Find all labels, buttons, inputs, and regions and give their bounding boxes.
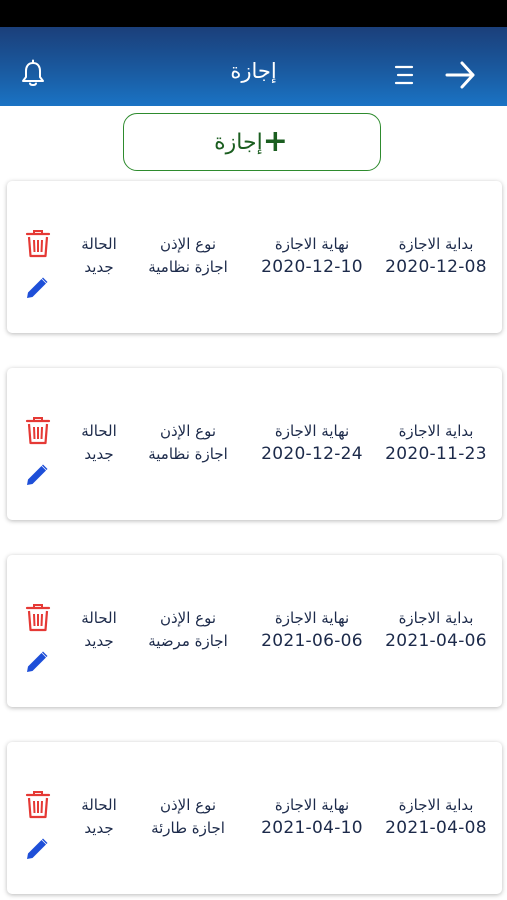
start-date-column: بداية الاجازة 2020-12-08 — [379, 233, 493, 279]
leave-type-value: اجازة نظامية — [148, 445, 228, 463]
leave-type-label: نوع الإذن — [159, 422, 217, 440]
end-date-column: نهاية الاجازة 2020-12-24 — [247, 420, 377, 466]
start-date-value: 2020-11-23 — [385, 444, 487, 464]
status-value: جديد — [84, 632, 114, 650]
end-date-label: نهاية الاجازة — [274, 422, 350, 440]
pencil-icon[interactable] — [24, 275, 50, 301]
leave-type-label: نوع الإذن — [159, 235, 217, 253]
status-column: الحالة جديد — [73, 794, 125, 840]
menu-icon[interactable] — [388, 59, 420, 91]
start-date-value: 2020-12-08 — [385, 257, 487, 277]
pencil-icon[interactable] — [24, 836, 50, 862]
start-date-label: بداية الاجازة — [398, 235, 474, 253]
leave-type-value: اجازة نظامية — [148, 258, 228, 276]
start-date-label: بداية الاجازة — [398, 609, 474, 627]
status-value: جديد — [84, 445, 114, 463]
leave-type-column: نوع الإذن اجازة مرضية — [135, 607, 241, 653]
leave-card: بداية الاجازة 2020-11-23 نهاية الاجازة 2… — [7, 368, 502, 520]
end-date-label: نهاية الاجازة — [274, 796, 350, 814]
leave-type-label: نوع الإذن — [159, 609, 217, 627]
plus-icon: + — [262, 124, 288, 159]
leave-type-column: نوع الإذن اجازة طارئة — [135, 794, 241, 840]
start-date-value: 2021-04-08 — [385, 818, 487, 838]
status-value: جديد — [84, 258, 114, 276]
add-leave-button[interactable]: + إجازة — [123, 113, 381, 171]
status-column: الحالة جديد — [73, 233, 125, 279]
arrow-right-icon[interactable] — [442, 57, 478, 93]
leave-type-value: اجازة مرضية — [148, 632, 228, 650]
app-bar: إجازة — [0, 27, 507, 106]
leave-type-column: نوع الإذن اجازة نظامية — [135, 420, 241, 466]
leave-card: بداية الاجازة 2021-04-08 نهاية الاجازة 2… — [7, 742, 502, 894]
trash-icon[interactable] — [24, 603, 52, 633]
end-date-value: 2020-12-24 — [261, 444, 363, 464]
status-label: الحالة — [81, 235, 117, 253]
start-date-column: بداية الاجازة 2021-04-06 — [379, 607, 493, 653]
leave-type-value: اجازة طارئة — [151, 819, 225, 837]
pencil-icon[interactable] — [24, 462, 50, 488]
add-leave-label: إجازة — [214, 129, 263, 155]
start-date-column: بداية الاجازة 2020-11-23 — [379, 420, 493, 466]
end-date-column: نهاية الاجازة 2021-06-06 — [247, 607, 377, 653]
status-label: الحالة — [81, 609, 117, 627]
status-bar — [0, 0, 507, 27]
start-date-value: 2021-04-06 — [385, 631, 487, 651]
pencil-icon[interactable] — [24, 649, 50, 675]
end-date-column: نهاية الاجازة 2020-12-10 — [247, 233, 377, 279]
leave-card: بداية الاجازة 2020-12-08 نهاية الاجازة 2… — [7, 181, 502, 333]
status-column: الحالة جديد — [73, 607, 125, 653]
leave-type-column: نوع الإذن اجازة نظامية — [135, 233, 241, 279]
end-date-label: نهاية الاجازة — [274, 609, 350, 627]
leave-type-label: نوع الإذن — [159, 796, 217, 814]
status-column: الحالة جديد — [73, 420, 125, 466]
end-date-value: 2021-06-06 — [261, 631, 363, 651]
start-date-label: بداية الاجازة — [398, 422, 474, 440]
start-date-column: بداية الاجازة 2021-04-08 — [379, 794, 493, 840]
status-value: جديد — [84, 819, 114, 837]
start-date-label: بداية الاجازة — [398, 796, 474, 814]
trash-icon[interactable] — [24, 416, 52, 446]
end-date-column: نهاية الاجازة 2021-04-10 — [247, 794, 377, 840]
page-title: إجازة — [230, 59, 277, 83]
status-label: الحالة — [81, 422, 117, 440]
trash-icon[interactable] — [24, 229, 52, 259]
leave-card: بداية الاجازة 2021-04-06 نهاية الاجازة 2… — [7, 555, 502, 707]
status-label: الحالة — [81, 796, 117, 814]
end-date-label: نهاية الاجازة — [274, 235, 350, 253]
trash-icon[interactable] — [24, 790, 52, 820]
end-date-value: 2021-04-10 — [261, 818, 363, 838]
end-date-value: 2020-12-10 — [261, 257, 363, 277]
